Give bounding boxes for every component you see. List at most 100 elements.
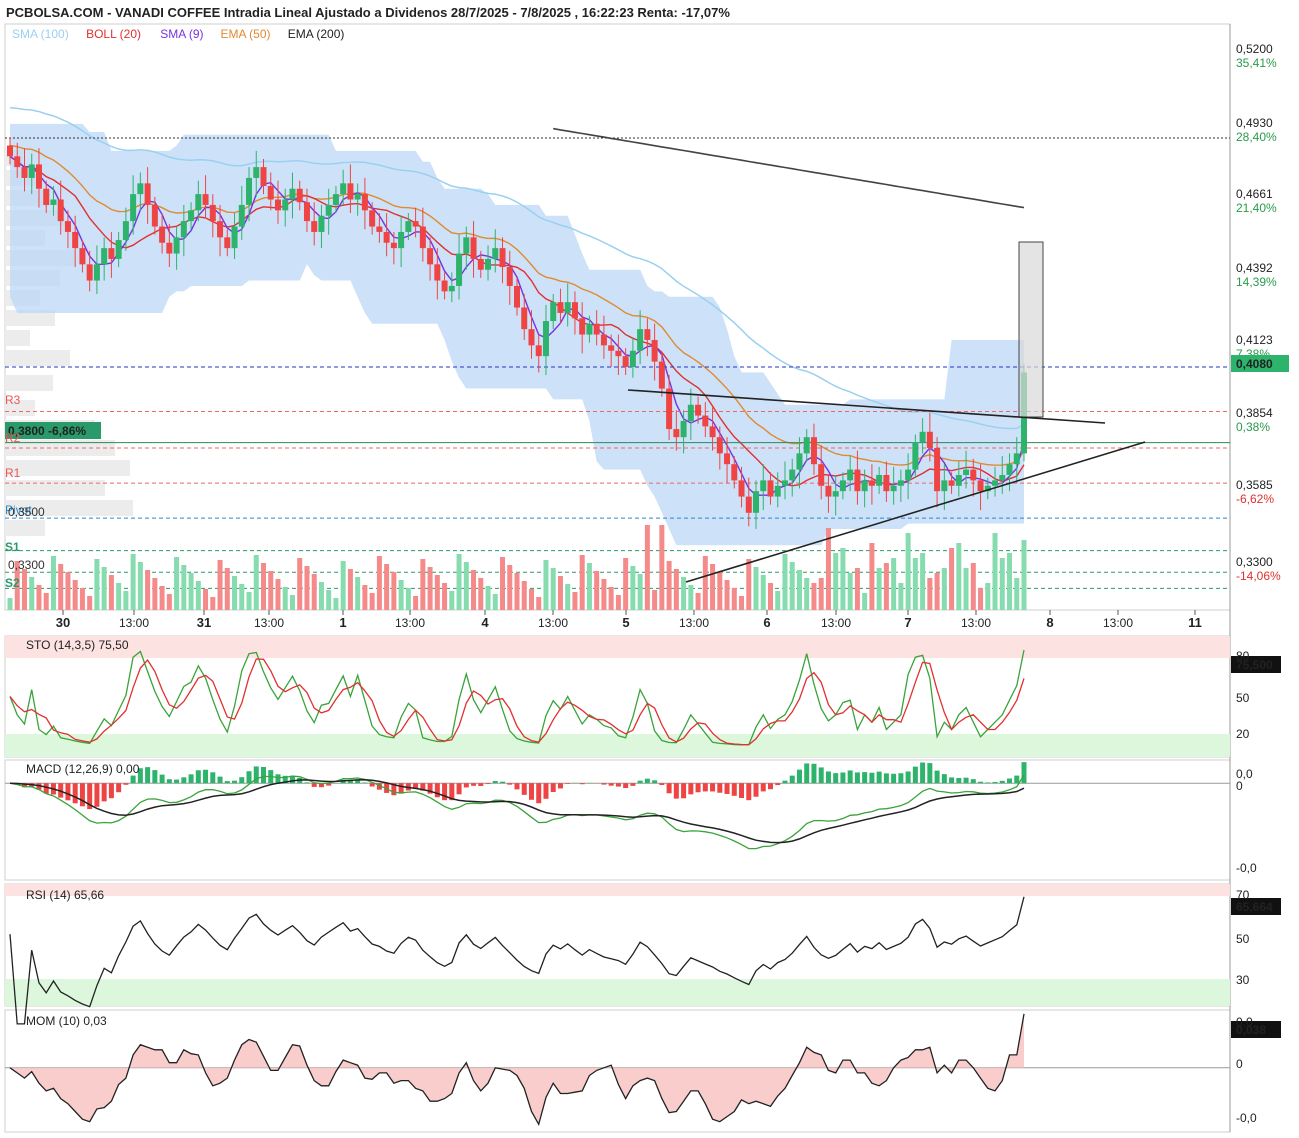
candle <box>919 431 926 443</box>
sto-title: STO (14,3,5) 75,50 <box>26 638 129 652</box>
volume-bar <box>666 561 672 610</box>
volume-bar <box>862 593 868 610</box>
candle <box>941 480 948 492</box>
macd-hist-bar <box>579 783 585 785</box>
current-price-label: 0,4080 <box>1236 357 1273 371</box>
candle <box>709 426 716 438</box>
macd-hist-bar <box>311 783 317 787</box>
volume-bar <box>253 555 259 610</box>
x-tick-label: 13:00 <box>538 616 568 630</box>
macd-hist-bar <box>739 783 745 799</box>
legend-item-3: EMA (50) <box>221 27 271 41</box>
rsi-title: RSI (14) 65,66 <box>26 888 104 902</box>
macd-hist-bar <box>768 783 773 790</box>
macd-hist-bar <box>500 781 506 784</box>
r1-label: R1 <box>5 466 21 480</box>
volume-bar <box>724 580 730 610</box>
candle <box>832 491 839 497</box>
volume-profile-bar <box>5 520 45 536</box>
volume-bar <box>427 567 433 610</box>
volume-bar <box>601 579 607 610</box>
candle <box>992 480 999 486</box>
volume-profile-bar <box>5 460 130 476</box>
candle <box>274 199 281 211</box>
macd-hist-bar <box>557 783 563 789</box>
macd-hist-bar <box>246 771 252 784</box>
candle <box>687 404 694 421</box>
macd-hist-bar <box>239 777 245 784</box>
volume-bar <box>854 568 860 610</box>
macd-hist-bar <box>442 783 448 801</box>
volume-bar <box>413 596 419 610</box>
macd-hist-bar <box>825 771 831 784</box>
candle <box>955 474 962 486</box>
candle <box>477 258 484 270</box>
candle <box>731 464 738 481</box>
macd-hist-bar <box>862 772 868 784</box>
candle <box>550 302 557 322</box>
candle <box>238 204 245 227</box>
candle <box>296 188 303 203</box>
x-tick-label: 31 <box>197 615 211 630</box>
macd-hist-bar <box>963 777 969 784</box>
volume-bar <box>775 591 781 610</box>
candle <box>122 221 129 241</box>
sto-overbought-zone <box>5 636 1230 658</box>
legend-item-0: SMA (100) <box>12 27 69 41</box>
volume-bar <box>768 583 773 610</box>
legend-item-4: EMA (200) <box>288 27 345 41</box>
price-pct: 21,40% <box>1236 201 1277 215</box>
volume-bar <box>108 575 114 610</box>
macd-hist-bar <box>927 763 933 784</box>
macd-hist-bar <box>456 783 462 795</box>
price-tick: 0,4123 <box>1236 333 1273 347</box>
volume-bar <box>644 525 650 610</box>
volume-bar <box>905 533 911 610</box>
volume-bar <box>101 567 107 610</box>
x-tick-label: 13:00 <box>119 616 149 630</box>
volume-bar <box>883 563 889 610</box>
candle <box>644 329 651 340</box>
s2-label: S2 <box>5 576 20 590</box>
volume-bar <box>449 591 455 610</box>
volume-bar <box>557 576 563 610</box>
r3-label: R3 <box>5 393 21 407</box>
candle <box>890 485 897 492</box>
volume-bar <box>275 579 281 610</box>
volume-bar <box>608 587 614 610</box>
price-pct: 28,40% <box>1236 130 1277 144</box>
candle <box>506 267 513 286</box>
candle <box>854 469 861 492</box>
volume-bar <box>362 585 368 610</box>
price-pct: -6,62% <box>1236 492 1274 506</box>
x-tick-label: 13:00 <box>961 616 991 630</box>
candle <box>318 215 325 232</box>
candle <box>260 167 267 187</box>
volume-bar <box>246 592 252 610</box>
legend-item-2: SMA (9) <box>160 27 203 41</box>
volume-bar <box>463 562 469 610</box>
candle <box>376 226 383 232</box>
macd-hist-bar <box>362 782 368 784</box>
macd-hist-bar <box>601 783 607 785</box>
candle <box>897 480 904 486</box>
volume-bar <box>615 595 621 610</box>
volume-bar <box>550 568 556 610</box>
volume-bar <box>514 573 520 610</box>
macd-hist-bar <box>174 779 180 784</box>
s-value: 0,3300 <box>8 558 45 572</box>
price-tick: 0,4661 <box>1236 187 1273 201</box>
candle <box>738 480 745 497</box>
volume-bar <box>659 525 665 610</box>
price-tick: 0,3300 <box>1236 555 1273 569</box>
macd-hist-bar <box>811 763 817 784</box>
candle <box>803 437 810 454</box>
candle <box>303 202 310 222</box>
candle <box>332 194 339 205</box>
candle <box>325 204 332 216</box>
volume-bar <box>116 583 122 610</box>
candle <box>485 258 492 270</box>
volume-bar <box>130 554 136 610</box>
macd-hist-bar <box>145 767 151 784</box>
macd-hist-bar <box>898 773 904 784</box>
